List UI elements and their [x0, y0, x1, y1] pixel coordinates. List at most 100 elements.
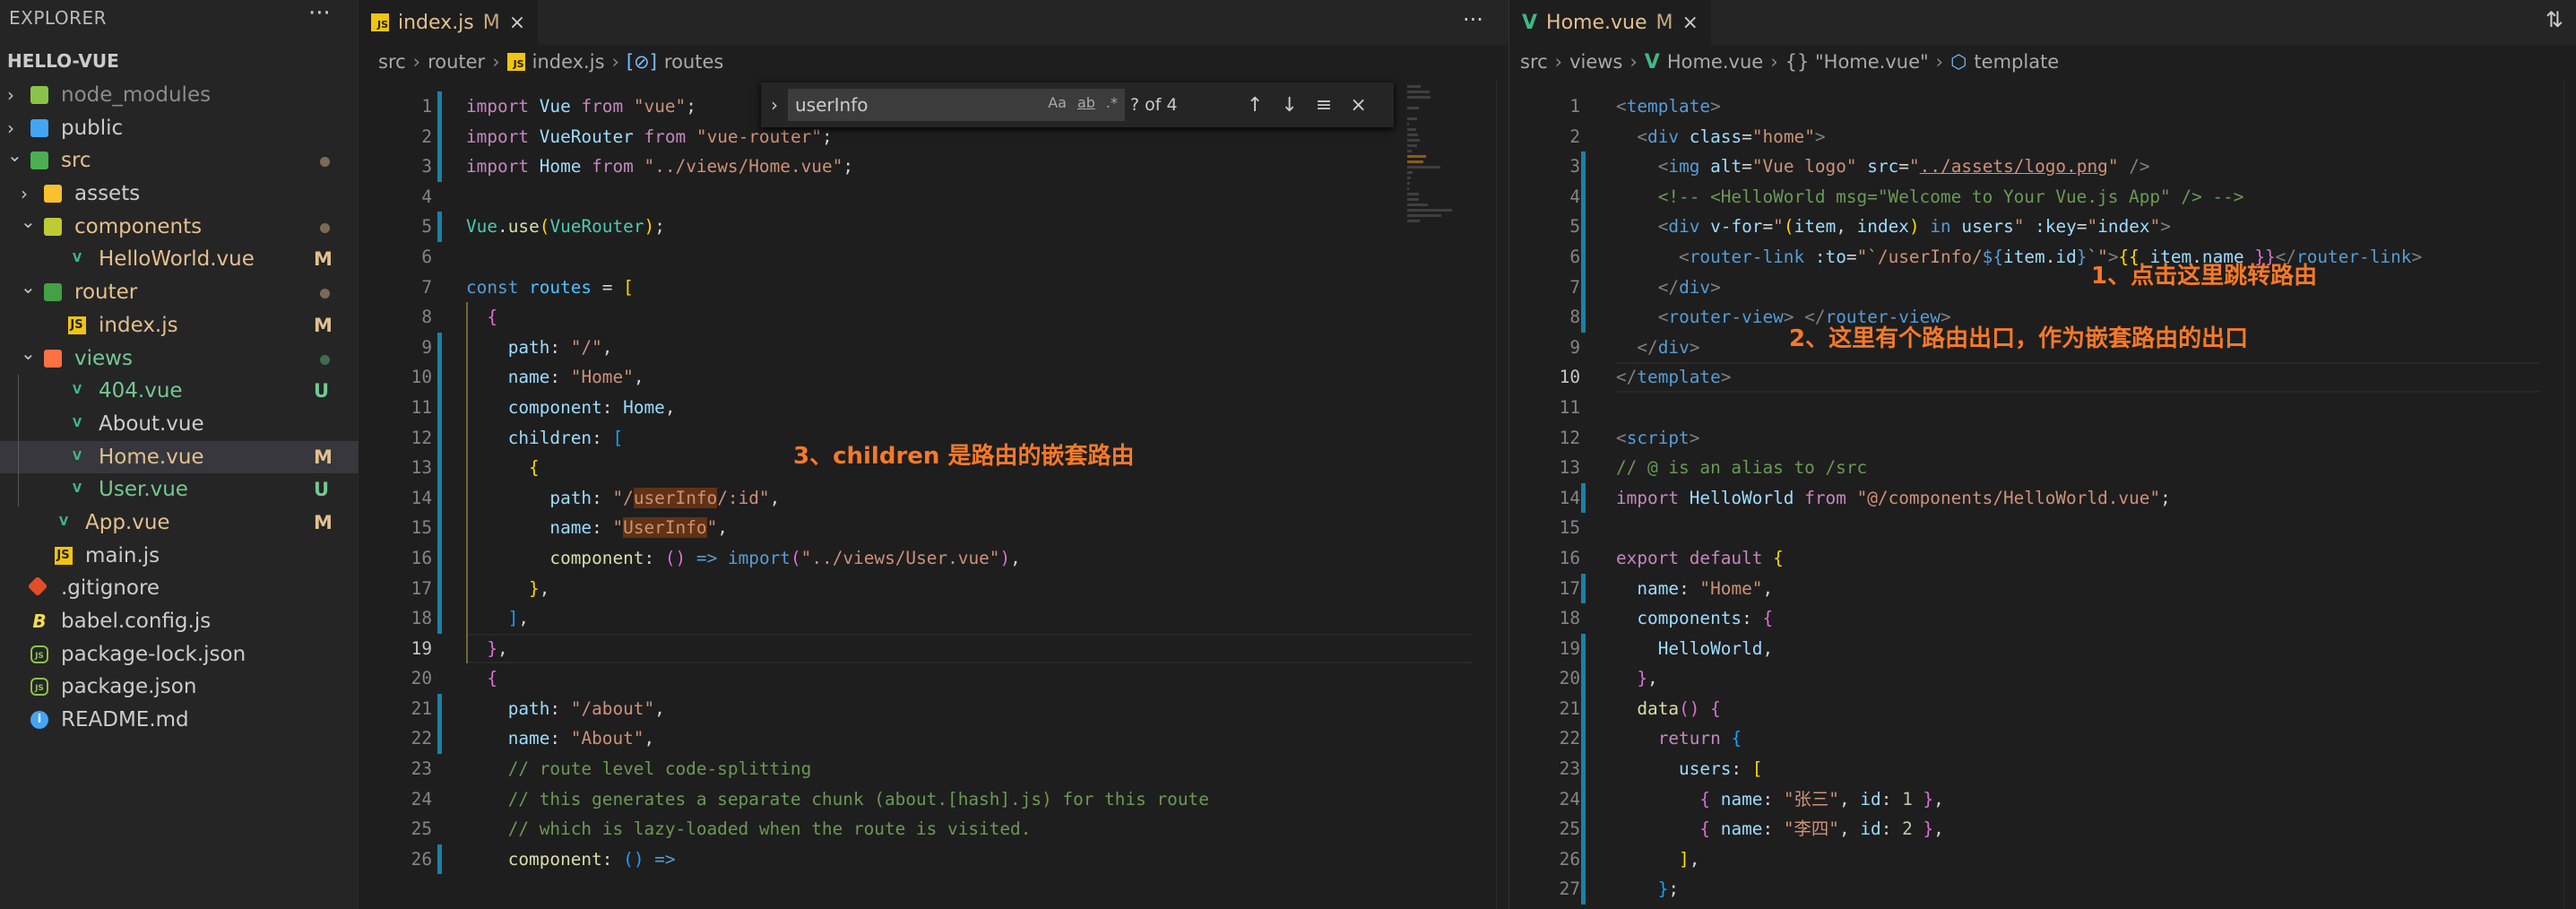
code-line[interactable]: 11 component: Home, [359, 392, 1508, 423]
git-modified-gutter-mark[interactable] [1581, 302, 1586, 333]
code-line[interactable]: 24 // this generates a separate chunk (a… [359, 784, 1508, 815]
code-editor[interactable]: 1 <template> 2 <div class="home"> 3 <img al… [1509, 91, 2576, 905]
tree-item-public[interactable]: › public [0, 112, 359, 145]
next-match-button[interactable]: ↓ [1281, 94, 1297, 117]
chevron-down-icon[interactable]: ⌄ [21, 337, 36, 370]
code-line[interactable]: 21 path: "/about", [359, 693, 1508, 724]
code-line[interactable]: 18 ], [359, 603, 1508, 634]
breadcrumb-item[interactable]: index.js [532, 51, 605, 73]
use-regex-button[interactable]: .* [1106, 94, 1118, 111]
code-line[interactable]: 21 data() { [1509, 693, 2576, 724]
close-find-button[interactable]: × [1350, 94, 1366, 117]
code-line[interactable]: 14 import HelloWorld from "@/components/H… [1509, 482, 2576, 514]
code-line[interactable]: 20 }, [1509, 663, 2576, 694]
close-tab-icon[interactable]: × [509, 12, 525, 34]
tree-item-readme-md[interactable]: i README.md [0, 704, 359, 737]
git-modified-gutter-mark[interactable] [437, 573, 442, 604]
chevron-down-icon[interactable]: ⌄ [21, 271, 36, 304]
code-line[interactable]: 25 { name: "李四", id: 2 }, [1509, 814, 2576, 844]
git-modified-gutter-mark[interactable] [1581, 152, 1586, 182]
tree-item-src[interactable]: ⌄ src [0, 144, 359, 177]
tree-item-about-vue[interactable]: V About.vue [0, 408, 359, 441]
git-modified-gutter-mark[interactable] [437, 513, 442, 543]
git-modified-gutter-mark[interactable] [1581, 663, 1586, 694]
code-line[interactable]: 9 path: "/", [359, 332, 1508, 363]
tree-item--gitignore[interactable]: .gitignore [0, 572, 359, 605]
toggle-replace-button[interactable]: › [761, 94, 788, 116]
code-line[interactable]: 16 export default { [1509, 543, 2576, 574]
tree-item-index-js[interactable]: JS index.js M [0, 309, 359, 342]
code-line[interactable]: 11 [1509, 393, 2576, 423]
git-modified-gutter-mark[interactable] [1581, 573, 1586, 604]
git-modified-gutter-mark[interactable] [437, 362, 442, 393]
git-modified-gutter-mark[interactable] [437, 693, 442, 724]
git-modified-gutter-mark[interactable] [1581, 212, 1586, 242]
breadcrumb-item[interactable]: {} "Home.vue" [1785, 51, 1929, 73]
code-line[interactable]: 5 <div v-for="(item, index) in users" :k… [1509, 212, 2576, 242]
git-modified-gutter-mark[interactable] [1581, 272, 1586, 303]
tree-item-views[interactable]: ⌄ views [0, 342, 359, 376]
git-modified-gutter-mark[interactable] [437, 332, 442, 363]
code-line[interactable]: 22 return { [1509, 723, 2576, 755]
code-line[interactable]: 19 }, [359, 633, 1508, 664]
git-modified-gutter-mark[interactable] [437, 542, 442, 574]
code-line[interactable]: 2 <div class="home"> [1509, 122, 2576, 152]
git-modified-gutter-mark[interactable] [437, 392, 442, 423]
tree-item-helloworld-vue[interactable]: V HelloWorld.vue M [0, 243, 359, 276]
vertical-scrollbar[interactable] [2563, 79, 2576, 909]
tree-item-package-lock-json[interactable]: JS package-lock.json [0, 638, 359, 671]
code-line[interactable]: 3 import Home from "../views/Home.vue"; [359, 152, 1508, 182]
code-line[interactable]: 3 <img alt="Vue logo" src="../assets/log… [1509, 152, 2576, 182]
breadcrumb-item[interactable]: routes [664, 51, 723, 73]
code-line[interactable]: 26 component: () => [359, 844, 1508, 875]
breadcrumb-item[interactable]: router [428, 51, 485, 73]
tree-item-components[interactable]: ⌄ components [0, 211, 359, 244]
code-line[interactable]: 16 component: () => import("../views/Use… [359, 542, 1508, 574]
code-line[interactable]: 23 users: [ [1509, 754, 2576, 784]
git-modified-gutter-mark[interactable] [1581, 723, 1586, 755]
code-line[interactable]: 7 </div> [1509, 272, 2576, 303]
git-modified-gutter-mark[interactable] [1581, 874, 1586, 905]
code-line[interactable]: 15 name: "UserInfo", [359, 513, 1508, 543]
breadcrumb-item[interactable]: Home.vue [1667, 51, 1763, 73]
minimap[interactable] [1407, 82, 1461, 351]
code-line[interactable]: 17 name: "Home", [1509, 573, 2576, 604]
git-modified-gutter-mark[interactable] [437, 121, 442, 152]
tree-item-app-vue[interactable]: V App.vue M [0, 506, 359, 540]
previous-match-button[interactable]: ↑ [1247, 94, 1263, 117]
breadcrumb-item[interactable]: views [1569, 51, 1622, 73]
code-line[interactable]: 7 const routes = [ [359, 273, 1508, 303]
chevron-down-icon[interactable]: ⌄ [7, 139, 22, 172]
code-editor[interactable]: 1 import Vue from "vue"; 2 import VueRouter… [359, 91, 1508, 875]
code-line[interactable]: 1 <template> [1509, 91, 2576, 122]
code-line[interactable]: 18 components: { [1509, 603, 2576, 634]
editor-more-actions-button[interactable]: ··· [1463, 7, 1483, 32]
git-modified-gutter-mark[interactable] [437, 212, 442, 242]
tab-index-js[interactable]: JS index.js M × [359, 0, 539, 45]
code-line[interactable]: 5 Vue.use(VueRouter); [359, 212, 1508, 242]
tree-item-home-vue[interactable]: V Home.vue M [0, 440, 359, 474]
code-line[interactable]: 4 [359, 182, 1508, 212]
tree-item-user-vue[interactable]: V User.vue U [0, 473, 359, 506]
find-in-selection-button[interactable]: ≡ [1316, 94, 1332, 117]
tree-item-node-modules[interactable]: › node_modules [0, 79, 359, 112]
git-modified-gutter-mark[interactable] [437, 453, 442, 483]
breadcrumb-item[interactable]: template [1974, 51, 2059, 73]
match-whole-word-button[interactable]: ab [1077, 94, 1095, 111]
breadcrumb-item[interactable]: src [378, 51, 406, 73]
explorer-more-actions-button[interactable]: ··· [308, 0, 331, 27]
tree-item-package-json[interactable]: JS package.json [0, 671, 359, 704]
git-modified-gutter-mark[interactable] [437, 422, 442, 454]
code-line[interactable]: 23 // route level code-splitting [359, 754, 1508, 784]
code-line[interactable]: 10 </template> [1509, 362, 2576, 393]
code-line[interactable]: 14 path: "/userInfo/:id", [359, 482, 1508, 514]
git-modified-gutter-mark[interactable] [1581, 241, 1586, 273]
git-modified-gutter-mark[interactable] [1581, 783, 1586, 815]
project-folder-header[interactable]: HELLO-VUE [7, 50, 119, 72]
code-line[interactable]: 25 // which is lazy-loaded when the rout… [359, 814, 1508, 844]
code-line[interactable]: 26 ], [1509, 844, 2576, 875]
chevron-down-icon[interactable]: ⌄ [21, 205, 36, 238]
tree-item-assets[interactable]: › assets [0, 177, 359, 211]
code-line[interactable]: 13 // @ is an alias to /src [1509, 453, 2576, 483]
open-changes-icon[interactable]: ⇅ [2546, 7, 2563, 32]
